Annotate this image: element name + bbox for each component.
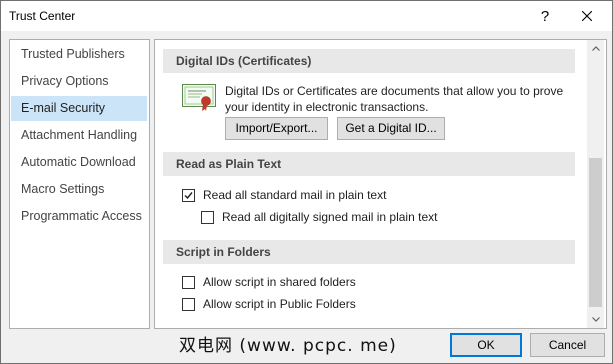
read-signed-plain-text-label: Read all digitally signed mail in plain … [222, 210, 438, 224]
nav-item-privacy-options[interactable]: Privacy Options [11, 69, 147, 94]
window-title: Trust Center [9, 9, 76, 23]
digital-ids-description: Digital IDs or Certificates are document… [225, 84, 564, 114]
scroll-up-button[interactable] [587, 40, 604, 57]
cancel-button[interactable]: Cancel [530, 333, 605, 357]
nav-item-label: Trusted Publishers [21, 47, 125, 61]
nav-item-attachment-handling[interactable]: Attachment Handling [11, 123, 147, 148]
settings-panel: Digital IDs (Certificates) Digital IDs o… [154, 39, 607, 329]
nav-item-label: Attachment Handling [21, 128, 138, 142]
section-header-plain-text: Read as Plain Text [163, 152, 575, 176]
nav-item-email-security[interactable]: E-mail Security [11, 96, 147, 121]
allow-script-public-checkbox[interactable] [182, 297, 195, 311]
allow-script-public-row[interactable]: Allow script in Public Folders [182, 297, 356, 311]
close-icon [582, 11, 592, 21]
nav-item-label: Programmatic Access [21, 209, 142, 223]
nav-item-programmatic-access[interactable]: Programmatic Access [11, 204, 147, 229]
nav-item-trusted-publishers[interactable]: Trusted Publishers [11, 42, 147, 67]
vertical-scrollbar[interactable] [587, 40, 604, 328]
chevron-up-icon [591, 46, 600, 51]
scroll-thumb[interactable] [589, 158, 602, 307]
read-standard-plain-text-row[interactable]: Read all standard mail in plain text [182, 188, 386, 202]
help-icon: ? [540, 7, 550, 25]
section-header-script-in-folders: Script in Folders [163, 240, 575, 264]
allow-script-public-label: Allow script in Public Folders [203, 297, 356, 311]
allow-script-shared-row[interactable]: Allow script in shared folders [182, 275, 356, 289]
allow-script-shared-label: Allow script in shared folders [203, 275, 356, 289]
allow-script-shared-checkbox[interactable] [182, 275, 195, 289]
nav-item-label: Automatic Download [21, 155, 136, 169]
ok-button[interactable]: OK [450, 333, 522, 357]
close-button[interactable] [567, 1, 607, 31]
nav-item-label: E-mail Security [21, 101, 106, 115]
section-header-digital-ids: Digital IDs (Certificates) [163, 49, 575, 73]
certificate-icon [182, 84, 216, 111]
read-signed-plain-text-checkbox[interactable] [201, 210, 214, 224]
nav-item-label: Privacy Options [21, 74, 109, 88]
nav-item-automatic-download[interactable]: Automatic Download [11, 150, 147, 175]
help-button[interactable]: ? [525, 1, 565, 31]
read-standard-plain-text-checkbox[interactable] [182, 188, 195, 202]
get-digital-id-button[interactable]: Get a Digital ID... [337, 117, 445, 140]
checkmark-icon [184, 191, 193, 199]
category-nav: Trusted Publishers Privacy Options E-mai… [9, 39, 150, 329]
title-bar: Trust Center ? [1, 1, 612, 31]
trust-center-dialog: Trust Center ? Trusted Publishers Privac… [0, 0, 613, 364]
nav-item-macro-settings[interactable]: Macro Settings [11, 177, 147, 202]
watermark-text: 双电网 (www. pcpc. me) [179, 336, 397, 356]
import-export-button[interactable]: Import/Export... [225, 117, 328, 140]
read-standard-plain-text-label: Read all standard mail in plain text [203, 188, 387, 202]
chevron-down-icon [591, 317, 600, 322]
read-signed-plain-text-row[interactable]: Read all digitally signed mail in plain … [201, 210, 437, 224]
scroll-down-button[interactable] [587, 311, 604, 328]
nav-item-label: Macro Settings [21, 182, 105, 196]
